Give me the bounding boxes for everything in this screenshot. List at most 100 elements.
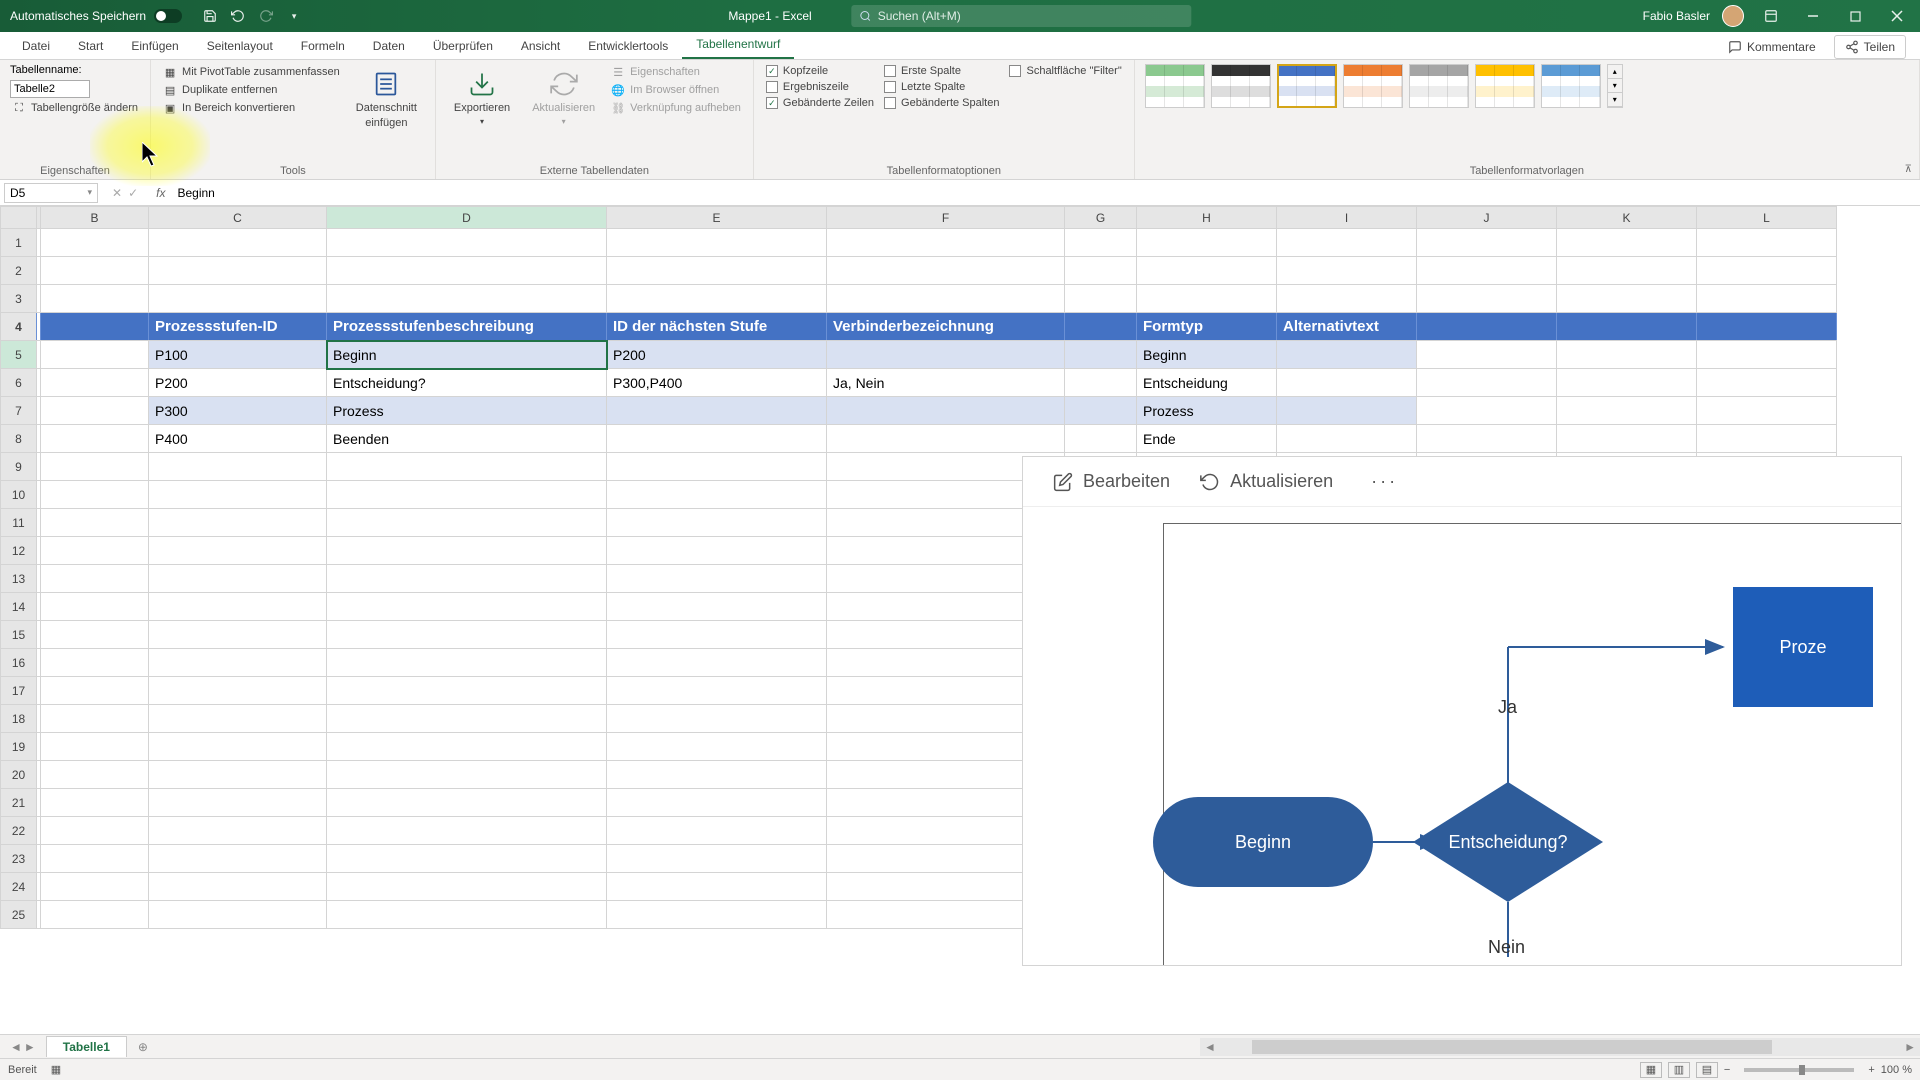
last-column-checkbox[interactable]: Letzte Spalte [882,80,1001,94]
cell[interactable] [327,817,607,845]
chart-edit-button[interactable]: Bearbeiten [1053,471,1170,492]
row-header[interactable]: 18 [1,705,37,733]
cell[interactable] [149,649,327,677]
refresh-button[interactable]: Aktualisieren▾ [524,64,603,131]
cell[interactable]: Entscheidung [1137,369,1277,397]
cell[interactable] [41,789,149,817]
row-header[interactable]: 12 [1,537,37,565]
cell[interactable] [41,425,149,453]
cell[interactable] [1697,369,1837,397]
cell[interactable] [1137,257,1277,285]
cell[interactable] [41,397,149,425]
table-style-5[interactable] [1409,64,1469,108]
sheet-next-icon[interactable]: ► [24,1040,36,1054]
col-header[interactable]: K [1557,207,1697,229]
cell[interactable] [1065,397,1137,425]
cell[interactable] [1697,285,1837,313]
col-header[interactable]: D [327,207,607,229]
cell[interactable] [1277,397,1417,425]
flow-process-node[interactable]: Proze [1733,587,1873,707]
cell[interactable] [1277,369,1417,397]
scroll-right-icon[interactable]: ► [1900,1040,1920,1054]
cell[interactable]: P200 [149,369,327,397]
cell[interactable]: Prozessstufenbeschreibung [327,313,607,341]
cell[interactable] [41,873,149,901]
cell[interactable]: Beginn [1137,341,1277,369]
cell[interactable] [327,705,607,733]
col-header[interactable]: L [1697,207,1837,229]
cell[interactable] [1277,341,1417,369]
col-header[interactable]: C [149,207,327,229]
cell[interactable] [327,481,607,509]
cell[interactable] [327,593,607,621]
col-header[interactable]: I [1277,207,1417,229]
row-header[interactable]: 1 [1,229,37,257]
cell[interactable] [41,901,149,929]
page-break-view-icon[interactable]: ▤ [1696,1062,1718,1078]
col-header[interactable]: J [1417,207,1557,229]
cell[interactable] [607,537,827,565]
cell[interactable]: Prozess [327,397,607,425]
cell[interactable] [1137,285,1277,313]
cell[interactable]: P400 [149,425,327,453]
cell[interactable] [327,257,607,285]
cell[interactable] [327,537,607,565]
formula-input[interactable]: Beginn [173,186,1920,200]
cell[interactable] [327,453,607,481]
cell[interactable] [41,677,149,705]
zoom-in-icon[interactable]: + [1868,1064,1874,1076]
cell[interactable] [1697,257,1837,285]
cell[interactable] [41,229,149,257]
cell[interactable] [149,873,327,901]
cell[interactable] [1697,425,1837,453]
cell[interactable] [1417,229,1557,257]
cell[interactable] [1417,369,1557,397]
cell[interactable] [607,901,827,929]
cell[interactable] [1557,369,1697,397]
cell[interactable]: P200 [607,341,827,369]
cell[interactable] [41,369,149,397]
banded-columns-checkbox[interactable]: Gebänderte Spalten [882,96,1001,110]
chart-refresh-button[interactable]: Aktualisieren [1200,471,1333,492]
cell[interactable] [607,761,827,789]
cell[interactable] [607,593,827,621]
cell[interactable] [149,537,327,565]
cell[interactable] [607,453,827,481]
flow-decision-node[interactable]: Entscheidung? [1413,782,1603,902]
cell[interactable] [607,649,827,677]
cell[interactable] [1557,425,1697,453]
cell[interactable]: P300 [149,397,327,425]
cell[interactable] [1417,341,1557,369]
cell[interactable] [1417,257,1557,285]
first-column-checkbox[interactable]: Erste Spalte [882,64,1001,78]
cell[interactable] [149,565,327,593]
cell[interactable] [1277,257,1417,285]
cell[interactable] [607,425,827,453]
cell[interactable] [41,649,149,677]
row-header[interactable]: 6 [1,369,37,397]
minimize-icon[interactable] [1798,4,1828,28]
cell[interactable] [1065,229,1137,257]
cell[interactable] [327,677,607,705]
cell[interactable] [607,285,827,313]
tablename-input[interactable] [10,80,90,98]
cell[interactable] [607,509,827,537]
tab-entwicklertools[interactable]: Entwicklertools [574,33,682,59]
cell[interactable] [327,761,607,789]
row-header[interactable]: 20 [1,761,37,789]
row-header[interactable]: 10 [1,481,37,509]
table-style-1[interactable] [1145,64,1205,108]
cell[interactable] [1557,229,1697,257]
fx-icon[interactable]: fx [148,186,173,200]
cell[interactable] [1065,313,1137,341]
save-icon[interactable] [202,8,218,24]
cell[interactable] [1417,397,1557,425]
row-header[interactable]: 15 [1,621,37,649]
share-button[interactable]: Teilen [1834,35,1906,59]
style-gallery-scroll[interactable]: ▴▾▾ [1607,64,1623,108]
cell[interactable] [1557,341,1697,369]
cell[interactable] [1065,285,1137,313]
col-header[interactable]: F [827,207,1065,229]
cell[interactable] [607,845,827,873]
macro-record-icon[interactable]: ▦ [51,1063,61,1076]
